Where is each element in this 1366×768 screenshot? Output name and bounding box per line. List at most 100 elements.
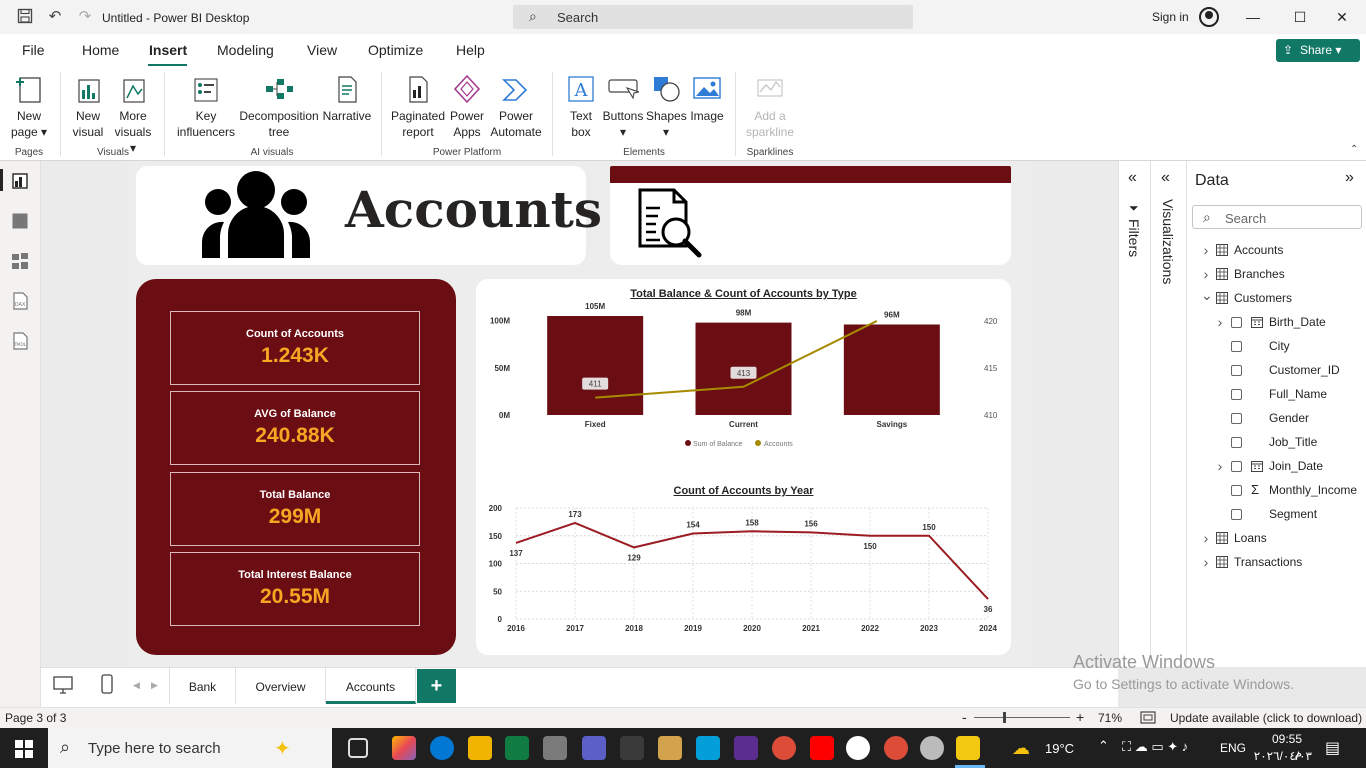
update-available-link[interactable]: Update available (click to download) <box>1170 711 1362 725</box>
edge-icon[interactable] <box>430 736 454 760</box>
field-checkbox[interactable] <box>1231 509 1242 520</box>
table-item[interactable]: › Accounts <box>1187 240 1366 260</box>
table-item[interactable]: ⌄ Customers <box>1187 285 1366 308</box>
minimize-button[interactable]: — <box>1238 6 1268 28</box>
teams-icon[interactable] <box>582 736 606 760</box>
tab-insert[interactable]: Insert <box>149 42 187 58</box>
field-item[interactable]: Job_Title <box>1187 432 1366 452</box>
balance-by-type-chart[interactable]: 100M 50M 0M 420 415 410 105M Fixed 98M Current 96M… <box>476 300 1011 460</box>
text-box-button[interactable]: A Text box <box>562 74 600 140</box>
image-button[interactable]: Image <box>688 74 726 124</box>
zoom-level[interactable]: 71% <box>1098 711 1122 725</box>
mobile-layout-icon[interactable] <box>101 674 113 694</box>
field-item[interactable]: Gender <box>1187 408 1366 428</box>
data-search-input[interactable]: ⌕ Search <box>1192 205 1362 229</box>
close-button[interactable]: ✕ <box>1327 6 1357 28</box>
field-item[interactable]: Full_Name <box>1187 384 1366 404</box>
expand-chevron-icon[interactable]: › <box>1201 528 1211 548</box>
zoom-slider-track[interactable] <box>974 717 1070 718</box>
power-automate-button[interactable]: Power Automate <box>490 74 542 140</box>
cisco-icon[interactable] <box>696 736 720 760</box>
excel-icon[interactable] <box>505 736 529 760</box>
clock-date[interactable]: ٢٠٢٦/٠٤/٠٣ <box>1250 749 1312 763</box>
system-tray-icons[interactable]: ⛶ ☁ ▭ ✦ ♪ <box>1122 739 1188 755</box>
table-item[interactable]: › Branches <box>1187 264 1366 284</box>
tab-modeling[interactable]: Modeling <box>217 42 274 58</box>
github-icon[interactable] <box>846 736 870 760</box>
tab-view[interactable]: View <box>307 42 337 58</box>
field-checkbox[interactable] <box>1231 413 1242 424</box>
kpi-total-balance[interactable]: Total Balance 299M <box>170 472 420 546</box>
field-item[interactable]: Σ Monthly_Income <box>1187 480 1366 500</box>
tab-file[interactable]: File <box>22 42 45 58</box>
expand-visualizations-icon[interactable]: « <box>1161 169 1170 187</box>
field-checkbox[interactable] <box>1231 437 1242 448</box>
windows-start-icon[interactable] <box>15 740 33 758</box>
new-page-button[interactable]: New page ▾ <box>8 74 50 140</box>
expand-chevron-icon[interactable]: › <box>1215 456 1225 476</box>
sign-in-link[interactable]: Sign in <box>1152 10 1189 24</box>
page-tab-bank[interactable]: Bank <box>169 668 236 704</box>
undo-icon[interactable]: ↶ <box>46 8 64 26</box>
model-view-icon[interactable] <box>10 251 30 271</box>
taskbar-search-box[interactable]: ⌕ Type here to search ✦ <box>48 728 332 768</box>
power-apps-button[interactable]: Power Apps <box>447 74 487 140</box>
file-explorer-icon[interactable] <box>468 736 492 760</box>
weather-temp[interactable]: 19°C <box>1045 741 1074 756</box>
tmdl-view-icon[interactable]: TMDL <box>10 331 30 351</box>
power-bi-icon[interactable] <box>956 736 980 760</box>
account-icon[interactable] <box>1199 7 1219 27</box>
tab-help[interactable]: Help <box>456 42 485 58</box>
page-tab-overview[interactable]: Overview <box>236 668 326 704</box>
accounts-by-year-chart[interactable]: 200 150 100 50 0 2016 2017 2018 2019 2020 2021 2022… <box>476 498 1011 640</box>
zoom-out-button[interactable]: - <box>962 709 967 725</box>
expand-chevron-icon[interactable]: › <box>1201 264 1211 284</box>
field-item[interactable]: Customer_ID <box>1187 360 1366 380</box>
title-search-box[interactable]: ⌕ Search <box>513 5 913 29</box>
chrome-icon[interactable] <box>772 736 796 760</box>
field-checkbox[interactable] <box>1231 485 1242 496</box>
scroll-right-icon[interactable]: ▶ <box>151 680 158 691</box>
share-button[interactable]: ⇪ Share ▾ <box>1276 39 1360 62</box>
filters-label[interactable]: Filters <box>1126 219 1142 257</box>
show-hidden-icons[interactable]: ⌃ <box>1098 738 1109 754</box>
field-checkbox[interactable] <box>1231 389 1242 400</box>
kpi-total-interest[interactable]: Total Interest Balance 20.55M <box>170 552 420 626</box>
visualizations-label[interactable]: Visualizations <box>1160 199 1176 284</box>
field-item[interactable]: › Join_Date <box>1187 456 1366 476</box>
input-language[interactable]: ENG <box>1220 741 1246 755</box>
chrome-icon[interactable] <box>884 736 908 760</box>
redo-icon[interactable]: ↷ <box>76 8 94 26</box>
expand-chevron-icon[interactable]: › <box>1201 240 1211 260</box>
task-view-icon[interactable] <box>348 738 368 758</box>
collapse-ribbon-icon[interactable]: ⌃ <box>1350 144 1358 155</box>
page-tab-accounts[interactable]: Accounts <box>326 668 416 704</box>
buttons-button[interactable]: Buttons ▾ <box>601 74 645 140</box>
narrative-button[interactable]: Narrative <box>322 74 372 124</box>
app-icon[interactable] <box>543 736 567 760</box>
app-icon[interactable] <box>620 736 644 760</box>
desktop-layout-icon[interactable] <box>53 676 73 694</box>
collapse-chevron-icon[interactable]: ⌄ <box>1201 285 1213 305</box>
expand-chevron-icon[interactable]: › <box>1215 312 1225 332</box>
copilot-icon[interactable] <box>392 736 416 760</box>
field-checkbox[interactable] <box>1231 461 1242 472</box>
field-checkbox[interactable] <box>1231 317 1242 328</box>
image-card[interactable] <box>610 166 1011 265</box>
shapes-button[interactable]: Shapes ▾ <box>646 74 687 140</box>
tab-home[interactable]: Home <box>82 42 119 58</box>
collapse-filters-icon[interactable]: « <box>1128 169 1137 187</box>
report-view-icon[interactable] <box>10 171 30 191</box>
field-item[interactable]: City <box>1187 336 1366 356</box>
settings-gear-icon[interactable] <box>920 736 944 760</box>
field-item[interactable]: Segment <box>1187 504 1366 524</box>
new-visual-button[interactable]: New visual <box>68 74 108 140</box>
tab-optimize[interactable]: Optimize <box>368 42 423 58</box>
field-item[interactable]: › Birth_Date <box>1187 312 1366 332</box>
field-checkbox[interactable] <box>1231 365 1242 376</box>
notifications-icon[interactable]: ▤ <box>1325 738 1340 758</box>
maximize-button[interactable]: ☐ <box>1285 6 1315 28</box>
dax-query-view-icon[interactable]: DAX <box>10 291 30 311</box>
zoom-in-button[interactable]: + <box>1076 709 1084 725</box>
app-icon[interactable] <box>658 736 682 760</box>
